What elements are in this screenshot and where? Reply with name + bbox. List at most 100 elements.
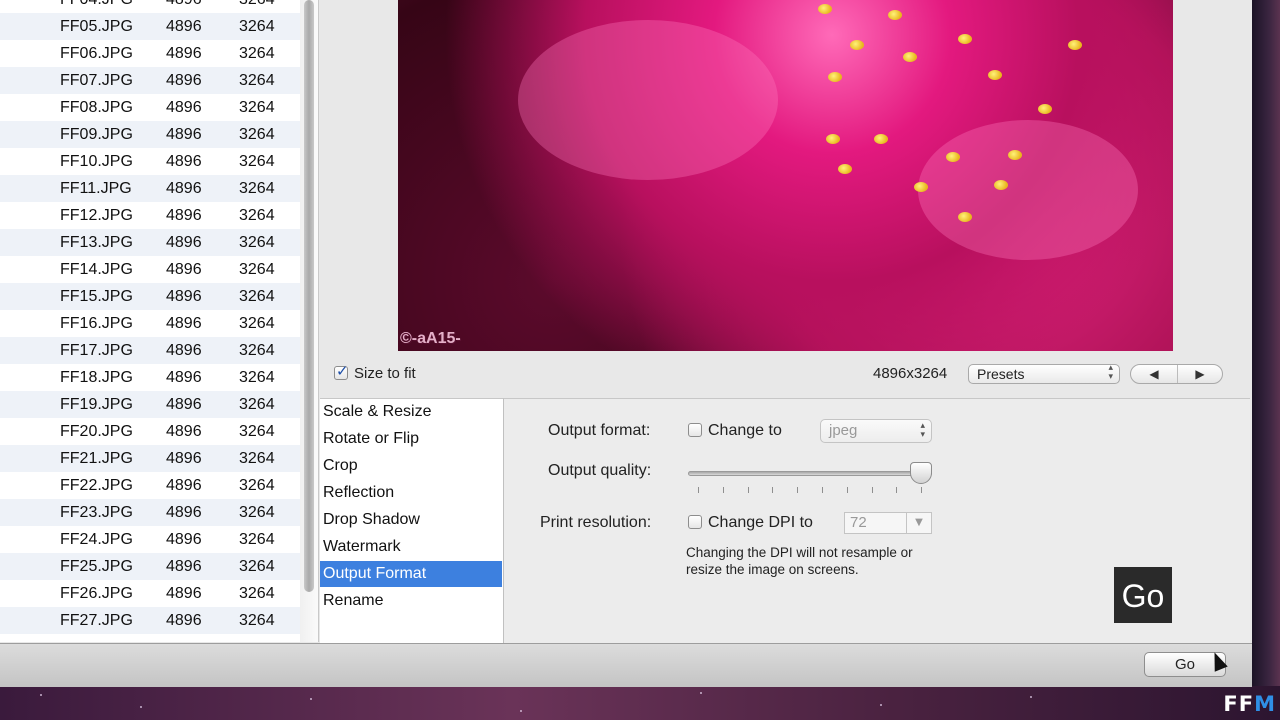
table-row[interactable]: FF07.JPG 4896 3264 [0, 67, 300, 94]
slider-tick [698, 487, 699, 493]
file-name-cell: FF09.JPG [60, 126, 133, 143]
change-dpi-checkbox[interactable]: Change DPI to [688, 514, 813, 532]
file-table[interactable]: FF04.JPG48963264FF05.JPG48963264FF06.JPG… [0, 0, 301, 642]
width-cell: 4896 [166, 423, 202, 440]
image-dimensions: 4896x3264 [873, 365, 948, 382]
table-row[interactable]: FF25.JPG 4896 3264 [0, 553, 300, 580]
change-dpi-label: Change DPI to [708, 514, 813, 531]
width-cell: 4896 [166, 585, 202, 602]
checkbox-unchecked-icon[interactable] [688, 423, 702, 437]
table-row[interactable]: FF15.JPG 4896 3264 [0, 283, 300, 310]
table-row[interactable]: FF10.JPG 4896 3264 [0, 148, 300, 175]
width-cell: 4896 [166, 558, 202, 575]
table-row[interactable]: FF20.JPG 4896 3264 [0, 418, 300, 445]
table-row[interactable]: FF11.JPG 4896 3264 [0, 175, 300, 202]
image-preview: ©-aA15- [398, 0, 1173, 351]
height-cell: 3264 [239, 369, 275, 386]
desktop-background [0, 686, 1280, 720]
height-cell: 3264 [239, 585, 275, 602]
file-name-cell: FF07.JPG [60, 72, 133, 89]
height-cell: 3264 [239, 477, 275, 494]
table-row[interactable]: FF08.JPG 4896 3264 [0, 94, 300, 121]
action-item[interactable]: Reflection [320, 480, 502, 506]
table-row[interactable]: FF12.JPG 4896 3264 [0, 202, 300, 229]
file-name-cell: FF05.JPG [60, 18, 133, 35]
height-cell: 3264 [239, 126, 275, 143]
table-row[interactable]: FF19.JPG 4896 3264 [0, 391, 300, 418]
width-cell: 4896 [166, 504, 202, 521]
height-cell: 3264 [239, 315, 275, 332]
file-name-cell: FF10.JPG [60, 153, 133, 170]
height-cell: 3264 [239, 396, 275, 413]
output-quality-label: Output quality: [548, 462, 652, 479]
height-cell: 3264 [239, 45, 275, 62]
file-name-cell: FF26.JPG [60, 585, 133, 602]
table-row[interactable]: FF27.JPG 4896 3264 [0, 607, 300, 634]
action-item[interactable]: Drop Shadow [320, 507, 502, 533]
action-item[interactable]: Output Format [320, 561, 502, 587]
file-name-cell: FF18.JPG [60, 369, 133, 386]
height-cell: 3264 [239, 342, 275, 359]
slider-tick [772, 487, 774, 493]
table-row[interactable]: FF22.JPG 4896 3264 [0, 472, 300, 499]
file-name-cell: FF19.JPG [60, 396, 133, 413]
dpi-note-line-2: resize the image on screens. [686, 562, 859, 577]
table-row[interactable]: FF23.JPG 4896 3264 [0, 499, 300, 526]
table-row[interactable]: FF05.JPG 4896 3264 [0, 13, 300, 40]
chevron-down-icon[interactable]: ▼ [906, 513, 931, 533]
slider-tick [921, 487, 923, 493]
dpi-combobox[interactable]: 72 ▼ [844, 512, 932, 534]
presets-value: Presets [977, 366, 1025, 382]
table-row[interactable]: FF21.JPG 4896 3264 [0, 445, 300, 472]
width-cell: 4896 [166, 315, 202, 332]
format-dropdown[interactable]: jpeg ▴ ▾ [820, 419, 932, 443]
size-to-fit-checkbox[interactable]: Size to fit [334, 362, 416, 382]
file-name-cell: FF23.JPG [60, 504, 133, 521]
width-cell: 4896 [166, 450, 202, 467]
action-item[interactable]: Rotate or Flip [320, 426, 502, 452]
table-row[interactable]: FF24.JPG 4896 3264 [0, 526, 300, 553]
output-format-label: Output format: [548, 422, 651, 439]
file-name-cell: FF20.JPG [60, 423, 133, 440]
checkbox-checked-icon[interactable] [334, 362, 349, 380]
action-item[interactable]: Rename [320, 588, 502, 614]
file-name-cell: FF16.JPG [60, 315, 133, 332]
width-cell: 4896 [166, 288, 202, 305]
table-row[interactable]: FF14.JPG 4896 3264 [0, 256, 300, 283]
checkbox-unchecked-icon[interactable] [688, 515, 702, 529]
table-row[interactable]: FF16.JPG 4896 3264 [0, 310, 300, 337]
table-row[interactable]: FF13.JPG 4896 3264 [0, 229, 300, 256]
file-table-scrollbar[interactable] [300, 0, 319, 642]
change-format-checkbox[interactable]: Change to [688, 422, 782, 440]
table-row[interactable]: FF06.JPG 4896 3264 [0, 40, 300, 67]
height-cell: 3264 [239, 531, 275, 548]
image-navigation: ◀ ▶ [1130, 364, 1223, 384]
action-item[interactable]: Scale & Resize [320, 399, 502, 425]
height-cell: 3264 [239, 153, 275, 170]
dpi-note-line-1: Changing the DPI will not resample or [686, 545, 913, 560]
quality-slider-knob[interactable] [910, 462, 932, 484]
presets-dropdown[interactable]: Presets ▴ ▾ [968, 364, 1120, 384]
height-cell: 3264 [239, 180, 275, 197]
table-row[interactable]: FF09.JPG 4896 3264 [0, 121, 300, 148]
action-item[interactable]: Crop [320, 453, 502, 479]
height-cell: 3264 [239, 558, 275, 575]
table-row[interactable]: FF17.JPG 4896 3264 [0, 337, 300, 364]
slider-tick [822, 487, 823, 493]
table-row[interactable]: FF04.JPG 4896 3264 [0, 0, 300, 13]
scrollbar-thumb[interactable] [304, 0, 314, 592]
format-value: jpeg [829, 422, 858, 439]
next-image-button[interactable]: ▶ [1177, 365, 1223, 383]
dpi-value: 72 [850, 514, 867, 531]
file-name-cell: FF12.JPG [60, 207, 133, 224]
file-name-cell: FF14.JPG [60, 261, 133, 278]
previous-image-button[interactable]: ◀ [1131, 365, 1178, 383]
height-cell: 3264 [239, 504, 275, 521]
action-item[interactable]: Watermark [320, 534, 502, 560]
height-cell: 3264 [239, 207, 275, 224]
width-cell: 4896 [166, 153, 202, 170]
height-cell: 3264 [239, 261, 275, 278]
quality-slider-track[interactable] [688, 471, 932, 476]
table-row[interactable]: FF18.JPG 4896 3264 [0, 364, 300, 391]
table-row[interactable]: FF26.JPG 4896 3264 [0, 580, 300, 607]
